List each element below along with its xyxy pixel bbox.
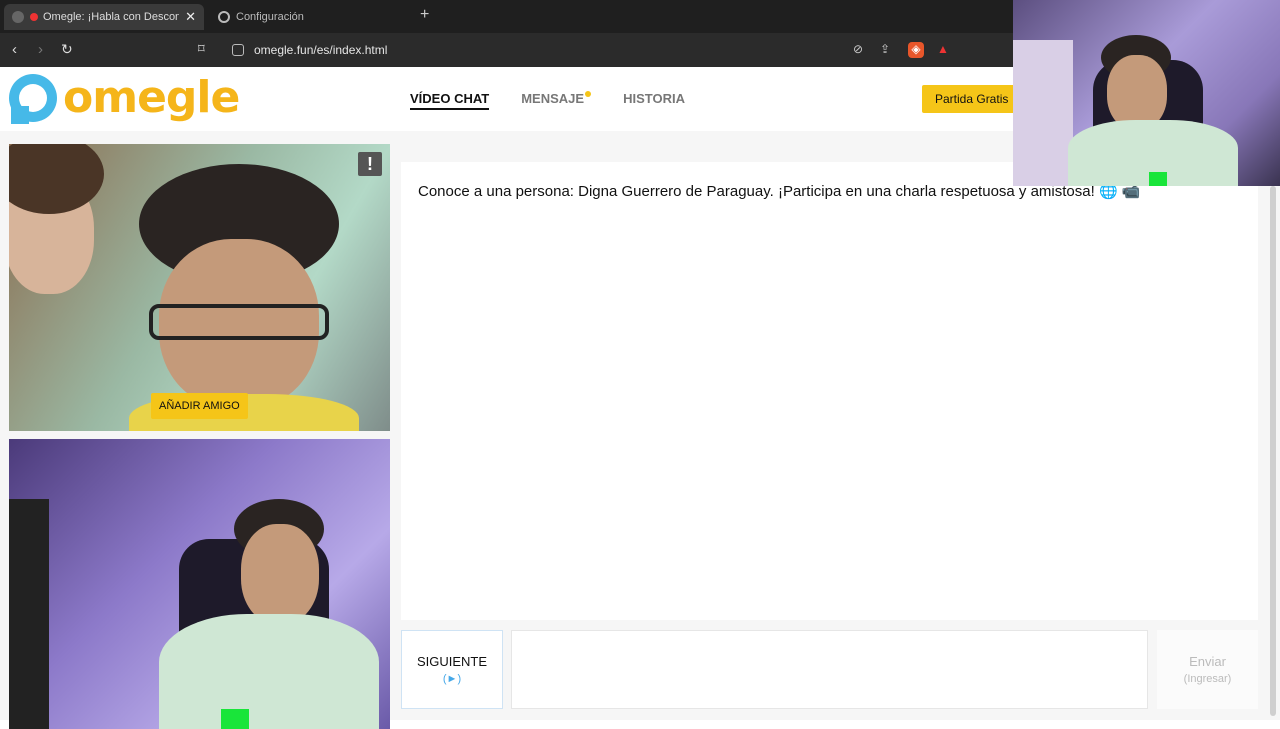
main-area: ! AÑADIR AMIGO Conoce a una persona: Dig…	[0, 131, 1280, 729]
page-scrollbar[interactable]	[1270, 186, 1276, 716]
nav-mensaje: MENSAJE	[521, 91, 585, 106]
bookmark-icon[interactable]: ⌑	[198, 41, 205, 57]
self-shirt	[159, 614, 379, 729]
next-button[interactable]: SIGUIENTE (►)	[401, 630, 503, 709]
new-tab-button[interactable]: +	[420, 6, 429, 24]
notification-dot-icon	[585, 91, 592, 97]
send-label: Enviar	[1189, 654, 1226, 669]
monitor	[9, 499, 49, 729]
nav-mensaje-wrap[interactable]: MENSAJE	[521, 91, 592, 110]
close-tab-icon[interactable]: ✕	[185, 9, 196, 25]
next-hint: (►)	[442, 673, 462, 685]
share-icon[interactable]: ⇪	[877, 42, 893, 58]
tab-title: Omegle: ¡Habla con Descono	[43, 11, 180, 23]
url-text: omegle.fun/es/index.html	[254, 43, 388, 57]
nav-video-chat[interactable]: VÍDEO CHAT	[410, 91, 490, 110]
send-hint: (Ingresar)	[1183, 673, 1232, 685]
brave-shield-icon[interactable]: ◈	[908, 42, 924, 58]
tab-title: Configuración	[236, 11, 304, 23]
glasses	[149, 304, 329, 340]
chat-bubble-icon	[9, 74, 57, 124]
site-info-icon[interactable]	[232, 44, 244, 56]
browser-tab-omegle[interactable]: Omegle: ¡Habla con Descono ✕	[4, 4, 204, 30]
omegle-logo[interactable]: omegle	[9, 72, 240, 124]
webcam-overlay	[1013, 0, 1280, 186]
reader-off-icon[interactable]: ⊘	[850, 42, 866, 58]
brave-rewards-icon[interactable]: ▲	[935, 42, 951, 58]
reload-icon[interactable]: ↻	[61, 41, 73, 58]
green-light	[221, 709, 249, 729]
self-video	[9, 439, 390, 729]
message-input[interactable]	[511, 630, 1148, 709]
nav-historia[interactable]: HISTORIA	[623, 91, 685, 110]
gear-icon	[218, 11, 230, 23]
overlay-face	[1107, 55, 1167, 130]
recording-icon	[30, 13, 38, 21]
self-face	[241, 524, 319, 624]
chat-log: Conoce a una persona: Digna Guerrero de …	[401, 162, 1258, 620]
globe-icon	[12, 11, 24, 23]
next-label: SIGUIENTE	[416, 654, 488, 669]
overlay-bed	[1013, 40, 1073, 186]
add-friend-button[interactable]: AÑADIR AMIGO	[151, 393, 248, 419]
partida-gratis-button[interactable]: Partida Gratis	[922, 85, 1022, 113]
main-nav: VÍDEO CHAT MENSAJE HISTORIA	[410, 91, 685, 110]
forward-arrow-icon[interactable]: ›	[38, 41, 43, 58]
browser-tab-settings[interactable]: Configuración	[210, 4, 410, 30]
back-arrow-icon[interactable]: ‹	[12, 41, 17, 58]
overlay-green-light	[1149, 172, 1167, 186]
report-button[interactable]: !	[358, 152, 382, 176]
send-button[interactable]: Enviar (Ingresar)	[1157, 630, 1258, 709]
stranger-video: ! AÑADIR AMIGO	[9, 144, 390, 431]
logo-text: omegle	[63, 72, 240, 123]
